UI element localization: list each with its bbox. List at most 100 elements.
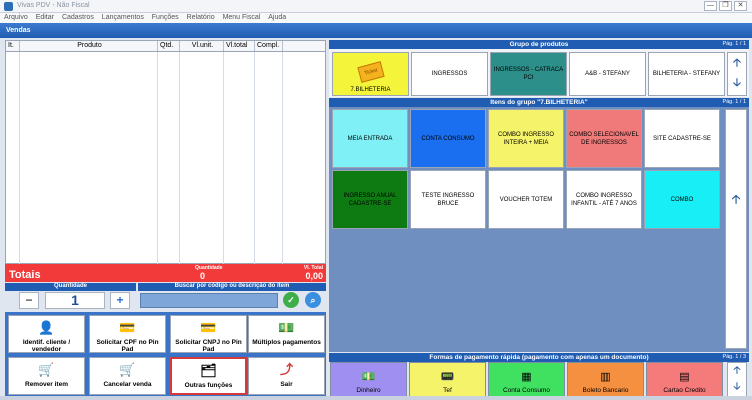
group-ab-stefany[interactable]: A&B - STEFANY (569, 52, 646, 96)
items-page: Pág. 1 / 1 (722, 99, 746, 105)
groups-scroll[interactable]: 🡡 🡣 (727, 52, 747, 96)
menu-ajuda[interactable]: Ajuda (264, 13, 288, 21)
totals-value: 0,00 (305, 271, 323, 281)
arrow-down-icon[interactable]: 🡣 (728, 379, 746, 395)
other-functions-button[interactable]: 🗂 Outras funções (170, 357, 247, 395)
pay-conta-consumo[interactable]: ▦ Conta Consumo (488, 362, 565, 397)
ticket-icon: Ticket (356, 61, 385, 83)
action-label: Outras funções (184, 382, 233, 389)
pay-cartao-credito[interactable]: ▤ Cartao Credito (646, 362, 723, 397)
search-icon[interactable]: ⌕ (305, 292, 321, 308)
cart-remove-icon: 🛒 (38, 362, 55, 377)
arrow-up-icon[interactable]: 🡡 (726, 190, 746, 211)
pay-label: Dinheiro (356, 387, 381, 394)
pay-label: Conta Consumo (503, 387, 550, 394)
maximize-button[interactable]: ❐ (719, 1, 732, 11)
user-icon: 👤 (38, 320, 55, 335)
item-conta-consumo[interactable]: CONTA CONSUMO (410, 109, 486, 168)
close-button[interactable]: ✕ (734, 1, 747, 11)
item-site-cadastre-se[interactable]: SITE CADASTRE-SE (644, 109, 720, 168)
pinpad-icon: 📟 (440, 371, 455, 383)
arrow-up-icon[interactable]: 🡡 (728, 363, 746, 379)
items-grid[interactable]: It. Produto Qtd. Vl.unit. Vl.total Compl… (5, 40, 326, 264)
folder-icon: 🗂 (200, 363, 217, 378)
action-label: Sair (280, 381, 293, 388)
item-label: MEIA ENTRADA (347, 135, 393, 142)
action-label: Solicitar CPF no Pin Pad (96, 339, 159, 353)
col-produto[interactable]: Produto (20, 41, 158, 51)
qty-plus-button[interactable]: + (110, 292, 130, 309)
cnpj-pinpad-button[interactable]: 💳 Solicitar CNPJ no Pin Pad (170, 315, 247, 353)
menu-cadastros[interactable]: Cadastros (58, 13, 96, 21)
menu-menu-fiscal[interactable]: Menu Fiscal (219, 13, 263, 21)
item-meia-entrada[interactable]: MEIA ENTRADA (332, 109, 408, 168)
item-label: COMBO INGRESSO INFANTIL - ATÉ 7 ANOS (571, 192, 637, 207)
pay-dinheiro[interactable]: 💵 Dinheiro (330, 362, 407, 397)
group-ingressos-catraca[interactable]: INGRESSOS - CATRACA PCI (490, 52, 567, 96)
group-ingressos[interactable]: INGRESSOS (411, 52, 488, 96)
menu-bar: Arquivo Editar Cadastros Lançamentos Fun… (0, 13, 752, 23)
menu-arquivo[interactable]: Arquivo (0, 13, 30, 21)
grid-header: It. Produto Qtd. Vl.unit. Vl.total Compl… (6, 41, 325, 52)
qty-minus-button[interactable]: − (19, 292, 39, 309)
arrow-down-icon[interactable]: 🡣 (728, 73, 746, 93)
item-label: COMBO INGRESSO INTEIRA + MEIA (497, 131, 554, 146)
item-teste-ingresso-bruce[interactable]: TESTE INGRESSO BRUCE (410, 170, 486, 229)
confirm-icon[interactable]: ✓ (283, 292, 299, 308)
grid-col-line (224, 52, 255, 264)
groups-panel: Ticket 7.BILHETERIA INGRESSOS INGRESSOS … (329, 49, 749, 97)
qty-header: Quantidade (5, 283, 136, 291)
groups-title: Grupo de produtos (509, 41, 569, 48)
multiple-payments-button[interactable]: 💵 Múltiplos pagamentos (248, 315, 325, 353)
exit-icon: ⤴ (279, 362, 293, 377)
item-combo[interactable]: COMBO (644, 170, 720, 229)
item-ingresso-anual[interactable]: INGRESSO ANUAL CADASTRE-SE (332, 170, 408, 229)
grid-col-line (158, 52, 180, 264)
item-combo-inteira-meia[interactable]: COMBO INGRESSO INTEIRA + MEIA (488, 109, 564, 168)
exit-button[interactable]: ⤴ Sair (248, 357, 325, 395)
arrow-up-icon[interactable]: 🡡 (728, 53, 746, 73)
qty-input[interactable]: 1 (45, 292, 105, 309)
identify-customer-button[interactable]: 👤 Identif. cliente / vendedor (8, 315, 85, 353)
pay-label: Cartao Credito (663, 387, 706, 394)
pay-label: Tef (443, 387, 452, 394)
cart-cancel-icon: 🛒 (119, 362, 136, 377)
payments-page: Pág. 1 / 3 (722, 354, 746, 360)
money-icon: 💵 (278, 320, 295, 335)
card-icon: 💳 (200, 320, 217, 335)
window-title: Vivas PDV - Não Fiscal (17, 2, 90, 9)
grid-body (6, 52, 325, 264)
money-icon: 💵 (361, 371, 376, 383)
col-vlunit[interactable]: Vl.unit. (180, 41, 224, 51)
minimize-button[interactable]: — (704, 1, 717, 11)
menu-editar[interactable]: Editar (32, 13, 56, 21)
status-bar (0, 396, 752, 400)
action-label: Cancelar venda (103, 381, 152, 388)
group-label: A&B - STEFANY (585, 71, 630, 77)
groups-page: Pág. 1 / 1 (722, 41, 746, 47)
menu-lancamentos[interactable]: Lançamentos (98, 13, 146, 21)
search-input[interactable] (140, 293, 278, 308)
remove-item-button[interactable]: 🛒 Remover item (8, 357, 85, 395)
col-vltotal[interactable]: Vl.total (224, 41, 255, 51)
cpf-pinpad-button[interactable]: 💳 Solicitar CPF no Pin Pad (89, 315, 166, 353)
col-qtd[interactable]: Qtd. (158, 41, 180, 51)
col-it[interactable]: It. (6, 41, 20, 51)
group-bilheteria-stefany[interactable]: BILHETERIA - STEFANY (648, 52, 725, 96)
item-voucher-totem[interactable]: VOUCHER TOTEM (488, 170, 564, 229)
pay-tef[interactable]: 📟 Tef (409, 362, 486, 397)
group-label: INGRESSOS - CATRACA PCI (493, 67, 564, 81)
pay-boleto[interactable]: ▥ Boleto Bancario (567, 362, 644, 397)
group-7-bilheteria[interactable]: Ticket 7.BILHETERIA (332, 52, 409, 96)
payments-scroll[interactable]: 🡡 🡣 (727, 362, 747, 397)
item-label: INGRESSO ANUAL CADASTRE-SE (343, 192, 397, 207)
item-combo-selecionavel[interactable]: COMBO SELECIONAVEL DE INGRESSOS (566, 109, 642, 168)
items-scroll[interactable]: 🡡 (725, 109, 747, 349)
menu-funcoes[interactable]: Funções (148, 13, 181, 21)
menu-relatorio[interactable]: Relatório (183, 13, 217, 21)
col-compl[interactable]: Compl. (255, 41, 283, 51)
item-label: SITE CADASTRE-SE (653, 135, 711, 142)
cancel-sale-button[interactable]: 🛒 Cancelar venda (89, 357, 166, 395)
item-combo-infantil[interactable]: COMBO INGRESSO INFANTIL - ATÉ 7 ANOS (566, 170, 642, 229)
barcode-icon: ▦ (521, 371, 532, 383)
